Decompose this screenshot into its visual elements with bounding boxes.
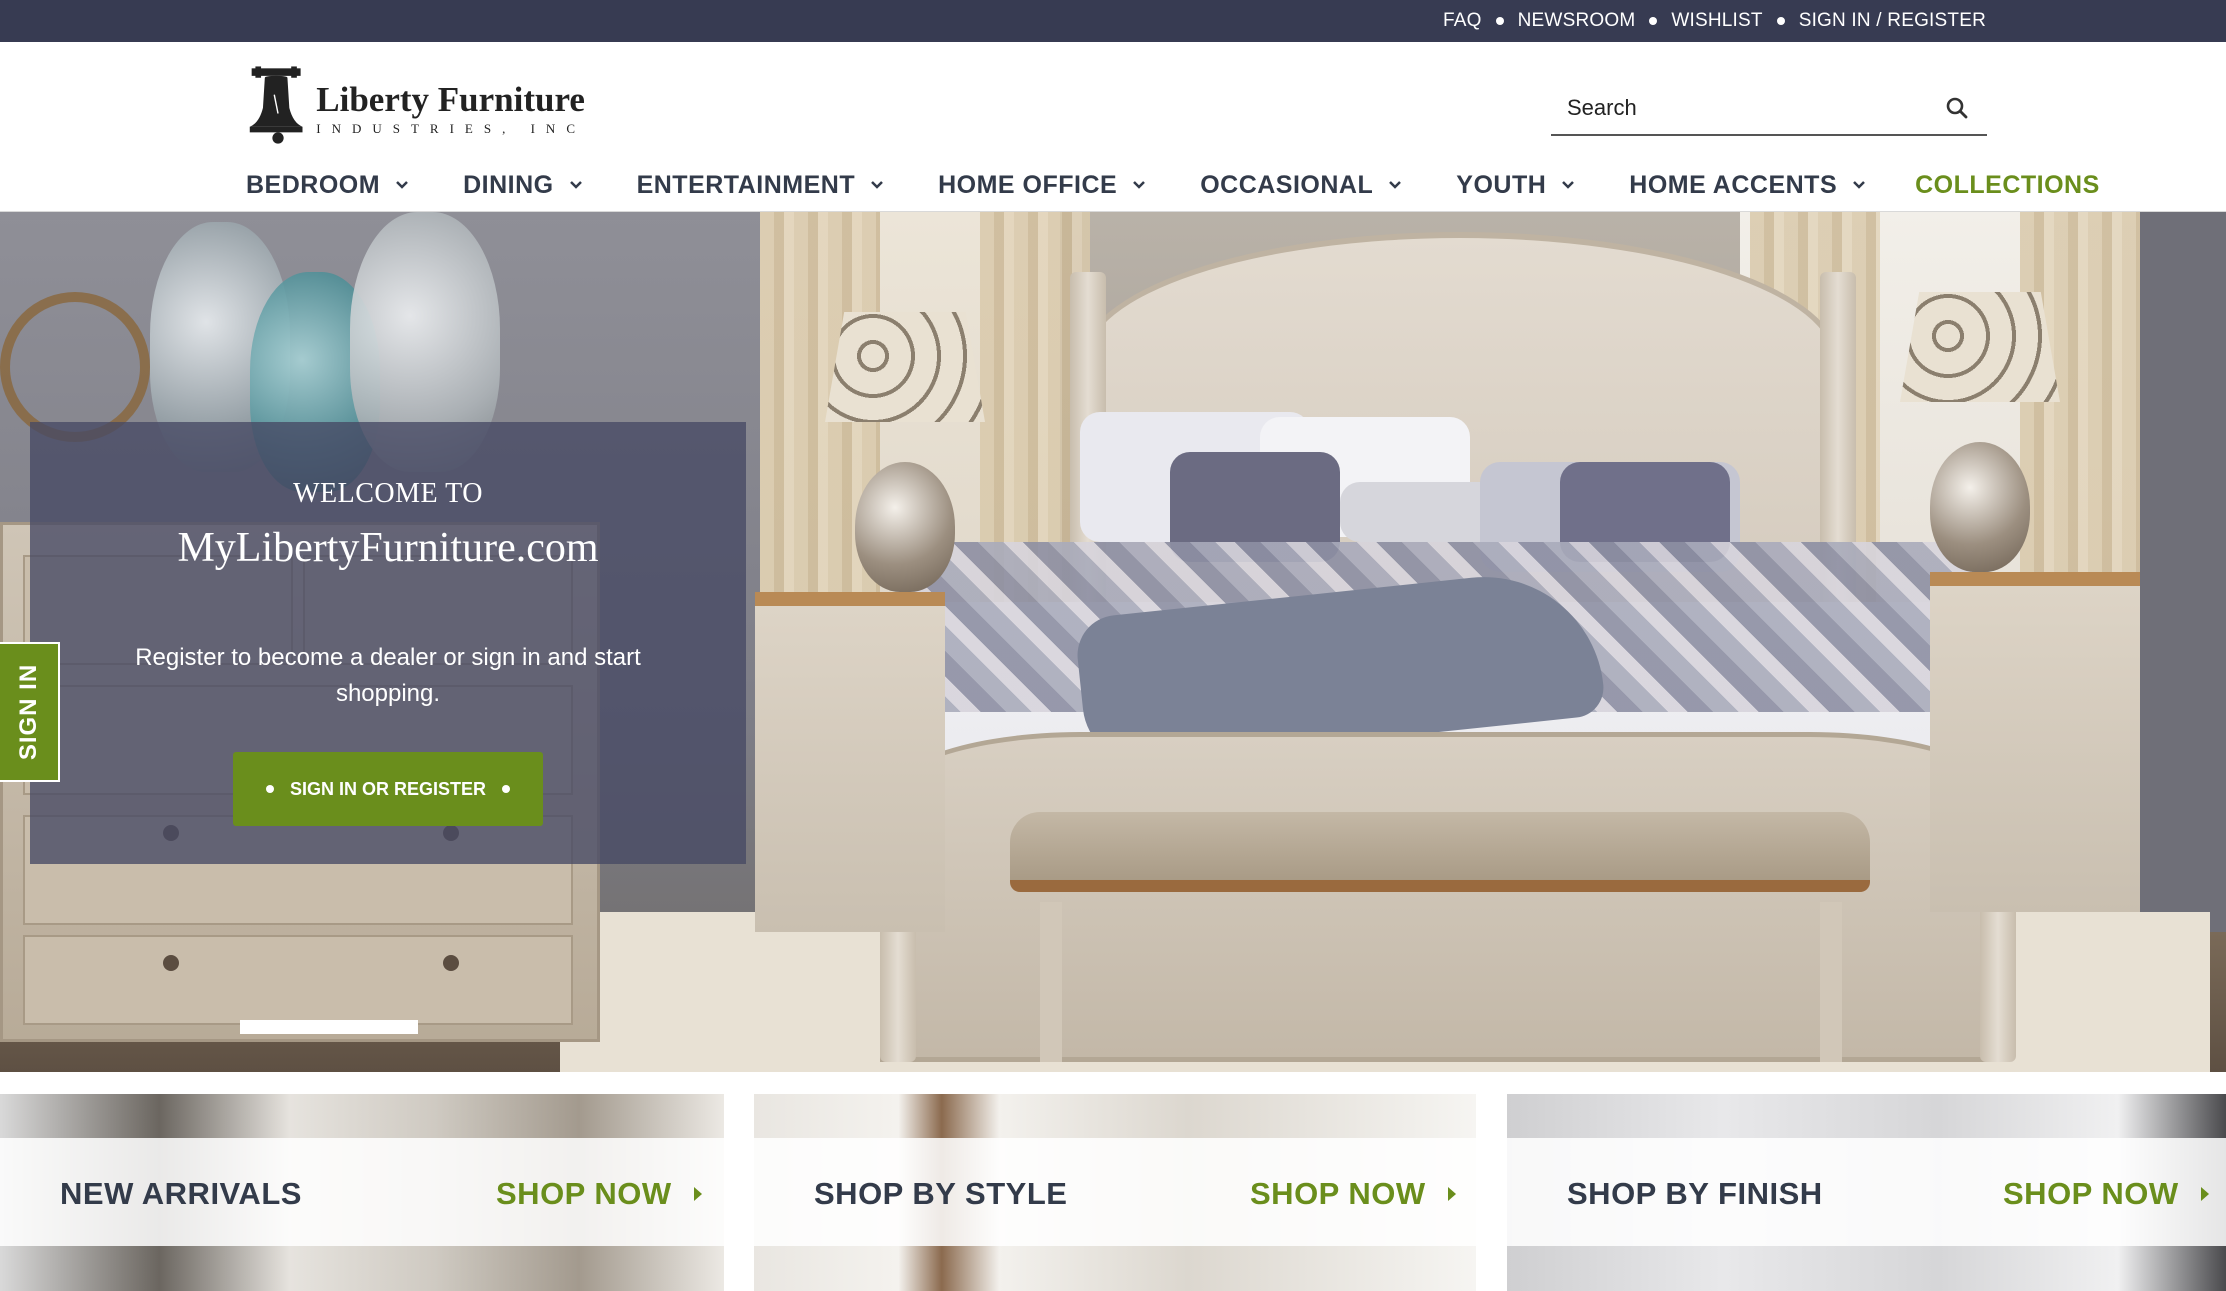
promo-title: NEW ARRIVALS bbox=[60, 1176, 302, 1211]
nav-item-label: BEDROOM bbox=[246, 170, 381, 199]
separator-dot bbox=[1776, 17, 1785, 25]
chevron-down-icon bbox=[396, 181, 408, 189]
search-box bbox=[1551, 82, 1987, 136]
hero-photo-nightstand bbox=[1930, 572, 2140, 912]
sign-in-register-link[interactable]: SIGN IN / REGISTER bbox=[1799, 10, 1986, 32]
hero-photo-nightstand bbox=[755, 592, 945, 932]
separator-dot bbox=[1495, 17, 1504, 25]
caret-right-icon bbox=[2200, 1187, 2209, 1201]
side-tab-label: SIGN IN bbox=[15, 663, 42, 761]
nav-item-youth[interactable]: YOUTH bbox=[1456, 171, 1576, 200]
logo-subtitle: INDUSTRIES, INC bbox=[316, 121, 586, 136]
shop-now-link[interactable]: SHOP NOW bbox=[1250, 1176, 1456, 1212]
nav-item-label: ENTERTAINMENT bbox=[636, 170, 856, 199]
nav-item-home-office[interactable]: HOME OFFICE bbox=[938, 171, 1147, 200]
logo-wordmark: Liberty Furniture bbox=[316, 80, 585, 119]
liberty-bell-icon bbox=[249, 66, 303, 144]
site-header: Liberty Furniture INDUSTRIES, INC BEDROO… bbox=[0, 42, 2226, 212]
utility-links: FAQ NEWSROOM WISHLIST SIGN IN / REGISTER bbox=[1443, 0, 1986, 42]
caret-right-icon bbox=[1447, 1187, 1456, 1201]
shop-now-label: SHOP NOW bbox=[1250, 1176, 1426, 1211]
promo-strip: NEW ARRIVALS SHOP NOW SHOP BY STYLE SHOP… bbox=[0, 1094, 2226, 1291]
promo-title: SHOP BY FINISH bbox=[1567, 1176, 1823, 1211]
hero-photo-lampshade bbox=[825, 312, 985, 422]
sign-in-side-tab[interactable]: SIGN IN bbox=[0, 642, 60, 782]
nav-item-bedroom[interactable]: BEDROOM bbox=[246, 171, 410, 200]
slider-indicator[interactable] bbox=[240, 1020, 418, 1034]
newsroom-link[interactable]: NEWSROOM bbox=[1518, 10, 1636, 32]
main-nav: BEDROOM DINING ENTERTAINMENT HOME OFFICE… bbox=[246, 162, 2100, 208]
hero-photo-lampshade bbox=[1900, 292, 2060, 402]
shop-now-link[interactable]: SHOP NOW bbox=[496, 1176, 702, 1212]
hero-banner: WELCOME TO MyLibertyFurniture.com Regist… bbox=[0, 212, 2226, 1072]
welcome-panel: WELCOME TO MyLibertyFurniture.com Regist… bbox=[30, 422, 746, 864]
chevron-down-icon bbox=[569, 181, 582, 189]
sign-in-or-register-button[interactable]: SIGN IN OR REGISTER bbox=[233, 752, 543, 826]
nav-item-label: HOME ACCENTS bbox=[1629, 170, 1838, 199]
hero-photo-bench bbox=[1010, 812, 1870, 892]
shop-now-link[interactable]: SHOP NOW bbox=[2003, 1176, 2209, 1212]
nav-item-label: HOME OFFICE bbox=[938, 170, 1118, 199]
promo-shop-by-style[interactable]: SHOP BY STYLE SHOP NOW bbox=[754, 1094, 1476, 1291]
shop-now-label: SHOP NOW bbox=[496, 1176, 672, 1211]
promo-shop-by-finish[interactable]: SHOP BY FINISH SHOP NOW bbox=[1507, 1094, 2226, 1291]
hero-photo-orb bbox=[0, 292, 150, 442]
nav-item-label: DINING bbox=[463, 170, 554, 199]
chevron-down-icon bbox=[1853, 181, 1866, 189]
search-icon[interactable] bbox=[1943, 94, 1971, 122]
hero-photo-lamp bbox=[855, 462, 955, 592]
welcome-kicker: WELCOME TO bbox=[293, 478, 483, 509]
welcome-heading: MyLibertyFurniture.com bbox=[177, 525, 599, 571]
faq-link[interactable]: FAQ bbox=[1443, 10, 1482, 32]
nav-item-occasional[interactable]: OCCASIONAL bbox=[1200, 171, 1403, 200]
nav-item-home-accents[interactable]: HOME ACCENTS bbox=[1629, 171, 1867, 200]
search-input[interactable] bbox=[1551, 88, 1931, 128]
promo-new-arrivals[interactable]: NEW ARRIVALS SHOP NOW bbox=[0, 1094, 724, 1291]
welcome-description: Register to become a dealer or sign in a… bbox=[135, 644, 641, 707]
shop-now-label: SHOP NOW bbox=[2003, 1176, 2179, 1211]
chevron-down-icon bbox=[1389, 181, 1402, 189]
promo-title: SHOP BY STYLE bbox=[814, 1176, 1068, 1211]
nav-item-label: OCCASIONAL bbox=[1200, 170, 1374, 199]
liberty-furniture-logo[interactable]: Liberty Furniture INDUSTRIES, INC bbox=[246, 64, 586, 154]
nav-item-label: YOUTH bbox=[1456, 170, 1547, 199]
utility-bar: FAQ NEWSROOM WISHLIST SIGN IN / REGISTER bbox=[0, 0, 2226, 42]
hero-photo-lamp bbox=[1930, 442, 2030, 572]
chevron-down-icon bbox=[1562, 181, 1575, 189]
button-dot bbox=[502, 785, 511, 793]
nav-item-entertainment[interactable]: ENTERTAINMENT bbox=[637, 171, 886, 200]
chevron-down-icon bbox=[871, 181, 883, 189]
wishlist-link[interactable]: WISHLIST bbox=[1671, 10, 1762, 32]
nav-item-dining[interactable]: DINING bbox=[463, 171, 584, 200]
caret-right-icon bbox=[693, 1187, 702, 1201]
nav-item-collections[interactable]: COLLECTIONS bbox=[1915, 171, 2100, 200]
chevron-down-icon bbox=[1133, 181, 1146, 189]
button-dot bbox=[265, 785, 274, 793]
button-label: SIGN IN OR REGISTER bbox=[289, 778, 487, 799]
separator-dot bbox=[1649, 17, 1658, 25]
